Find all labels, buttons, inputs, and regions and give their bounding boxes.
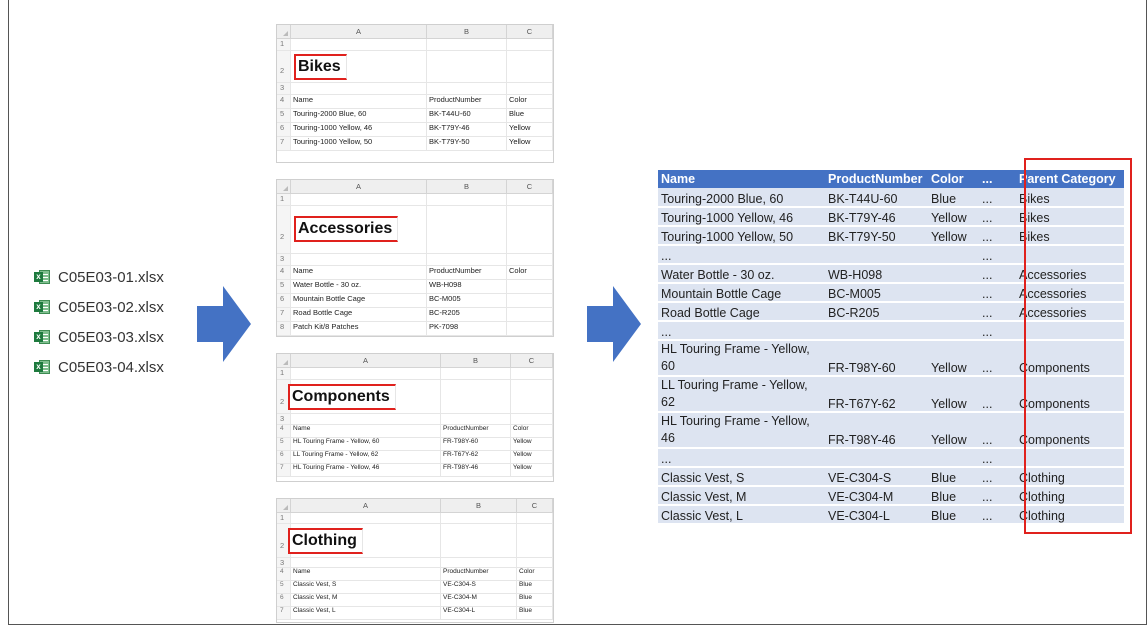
table-row: 5 Touring-2000 Blue, 60 BK-T44U-60 Blue	[277, 109, 553, 123]
table-row: 7 Touring-1000 Yellow, 50 BK-T79Y-50 Yellow	[277, 137, 553, 151]
header-row: 4 Name ProductNumber Color	[277, 568, 553, 581]
table-row: 5 Water Bottle - 30 oz. WB-H098	[277, 280, 553, 294]
sheet-title: Clothing	[288, 528, 363, 554]
file-list: x C05E03-01.xlsx x C05E03-02.xlsx x C05E…	[34, 262, 224, 382]
excel-file-icon: x	[34, 300, 50, 314]
arrow-right-icon	[587, 286, 641, 362]
parent-category-highlight	[1024, 158, 1132, 534]
table-row: 7 Road Bottle Cage BC-R205	[277, 308, 553, 322]
file-name: C05E03-02.xlsx	[58, 298, 164, 316]
header-row: 4 Name ProductNumber Color	[277, 95, 553, 109]
table-row: 5 Classic Vest, S VE-C304-S Blue	[277, 581, 553, 594]
worksheet-components: A B C 1 2 Components 3 4 Name ProductNumbe…	[276, 353, 554, 482]
sheet-title: Components	[288, 384, 396, 410]
column-header: A B C	[277, 499, 553, 513]
file-item[interactable]: x C05E03-04.xlsx	[34, 352, 224, 382]
table-row: 6 LL Touring Frame - Yellow, 62 FR-T67Y-62…	[277, 451, 553, 464]
sheet-title: Bikes	[294, 54, 347, 80]
table-row: 7 HL Touring Frame - Yellow, 46 FR-T98Y-46…	[277, 464, 553, 477]
file-name: C05E03-01.xlsx	[58, 268, 164, 286]
file-name: C05E03-04.xlsx	[58, 358, 164, 376]
file-item[interactable]: x C05E03-01.xlsx	[34, 262, 224, 292]
worksheet-accessories: A B C 1 2 Accessories 3 4 Name ProductNumb…	[276, 179, 554, 337]
column-header: A B C	[277, 354, 553, 368]
table-row: 7 Classic Vest, L VE-C304-L Blue	[277, 607, 553, 620]
table-row: 6 Touring-1000 Yellow, 46 BK-T79Y-46 Yellow	[277, 123, 553, 137]
excel-file-icon: x	[34, 360, 50, 374]
column-header: A B C	[277, 25, 553, 39]
arrow-right-icon	[197, 286, 251, 362]
column-header-name: Name	[658, 170, 825, 188]
table-row: 6 Classic Vest, M VE-C304-M Blue	[277, 594, 553, 607]
column-header-more: ...	[979, 170, 1016, 188]
worksheet-bikes: A B C 1 2 Bikes 3 4 Name ProductNumber Colo…	[276, 24, 554, 163]
column-header-productnumber: ProductNumber	[825, 170, 928, 188]
column-header-color: Color	[928, 170, 979, 188]
file-item[interactable]: x C05E03-03.xlsx	[34, 322, 224, 352]
column-header: A B C	[277, 180, 553, 194]
table-row: 6 Mountain Bottle Cage BC-M005	[277, 294, 553, 308]
table-row: 8 Patch Kit/8 Patches PK-7098	[277, 322, 553, 336]
file-item[interactable]: x C05E03-02.xlsx	[34, 292, 224, 322]
sheet-title: Accessories	[294, 216, 399, 242]
header-row: 4 Name ProductNumber Color	[277, 266, 553, 280]
file-name: C05E03-03.xlsx	[58, 328, 164, 346]
header-row: 4 Name ProductNumber Color	[277, 425, 553, 438]
table-row: 5 HL Touring Frame - Yellow, 60 FR-T98Y-60…	[277, 438, 553, 451]
excel-file-icon: x	[34, 330, 50, 344]
worksheet-clothing: A B C 1 2 Clothing 3 4 Name ProductNumber C…	[276, 498, 554, 623]
excel-file-icon: x	[34, 270, 50, 284]
